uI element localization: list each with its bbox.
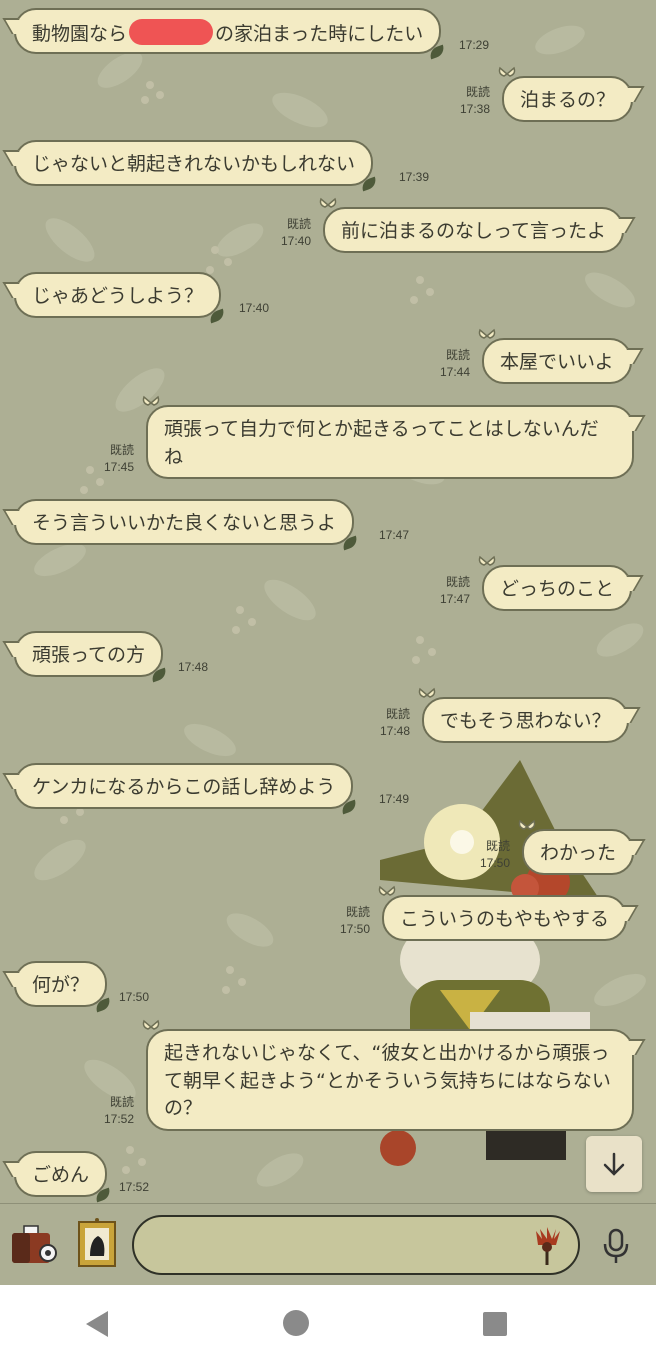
butterfly-icon — [478, 328, 496, 339]
message-outgoing[interactable]: でもそう思わない？ — [418, 687, 629, 743]
album-button[interactable] — [76, 1218, 118, 1270]
picture-frame-icon — [78, 1218, 116, 1267]
message-outgoing[interactable]: どっちのこと — [478, 555, 633, 611]
microphone-icon — [603, 1228, 629, 1263]
message-outgoing[interactable]: 頑張って自力で何とか起きるってことはしないんだね — [142, 395, 634, 479]
message-meta: 既読 17:50 — [326, 904, 370, 938]
message-time: 17:48 — [379, 723, 410, 738]
sticker-button[interactable] — [530, 1225, 564, 1267]
flower-sticker-icon — [536, 1227, 560, 1265]
nav-home-button[interactable] — [282, 1309, 310, 1337]
read-receipt: 既読 — [385, 707, 410, 721]
butterfly-icon — [142, 1019, 160, 1030]
message-time: 17:49 — [379, 792, 410, 806]
message-meta: 既読 17:45 — [90, 442, 134, 476]
message-meta: 既読 17:38 — [446, 84, 490, 118]
message-time: 17:39 — [399, 170, 430, 184]
message-time: 17:48 — [178, 660, 209, 674]
message-input[interactable] — [132, 1215, 580, 1275]
read-receipt: 既読 — [485, 839, 510, 853]
butterfly-icon — [498, 66, 516, 77]
message-time: 17:50 — [479, 855, 510, 870]
message-incoming[interactable]: じゃないと朝起きれないかもしれない — [14, 140, 379, 192]
message-time: 17:52 — [119, 1180, 150, 1194]
butterfly-icon — [142, 395, 160, 406]
message-time: 17:29 — [459, 38, 490, 52]
message-meta: 既読 17:44 — [426, 347, 470, 381]
message-outgoing[interactable]: 泊まるの？ — [498, 66, 634, 122]
message-outgoing[interactable]: わかった — [518, 819, 635, 875]
read-receipt: 既読 — [109, 443, 134, 457]
read-receipt: 既読 — [109, 1095, 134, 1109]
message-outgoing[interactable]: 本屋でいいよ — [478, 328, 632, 384]
message-incoming[interactable]: そう言うい­いかた良くないと思うよ — [14, 499, 360, 551]
butterfly-icon — [418, 687, 436, 698]
message-time: 17:44 — [439, 364, 470, 379]
camera-button[interactable] — [10, 1223, 58, 1267]
message-time: 17:52 — [103, 1111, 134, 1126]
butterfly-icon — [378, 885, 396, 896]
message-meta: 既読 17:40 — [267, 216, 311, 250]
message-incoming[interactable]: じゃあどうしよう？ — [14, 272, 227, 324]
message-time: 17:45 — [103, 459, 134, 474]
message-incoming[interactable]: ごめん — [14, 1151, 113, 1203]
butterfly-icon — [319, 197, 337, 208]
message-outgoing[interactable]: こういうのもやもやする — [378, 885, 628, 941]
message-meta: 既読 17:48 — [366, 706, 410, 740]
read-receipt: 既読 — [445, 348, 470, 362]
redacted-name — [129, 19, 214, 45]
butterfly-icon — [518, 819, 536, 830]
message-time: 17:40 — [239, 301, 270, 315]
arrow-down-icon — [603, 1152, 625, 1176]
read-receipt: 既読 — [286, 217, 311, 231]
message-time: 17:47 — [379, 528, 410, 542]
home-circle-icon — [283, 1310, 309, 1336]
system-navigation-bar — [0, 1285, 656, 1360]
message-incoming[interactable]: ケンカになるからこの話し辞めよう — [14, 763, 359, 815]
message-meta: 既読 17:50 — [466, 838, 510, 872]
chat-area[interactable]: 動物園なら の家泊まった時にしたい 17:29 既読 17:38 泊まるの？ じゃ… — [0, 0, 656, 1203]
voice-button[interactable] — [598, 1226, 634, 1266]
message-incoming[interactable]: 頑張っての方 — [14, 631, 169, 683]
butterfly-icon — [478, 555, 496, 566]
message-outgoing[interactable]: 起きれないじゃなくて、“彼女と出かけるから頑張って朝早く起きよう“とかそういう気… — [142, 1019, 634, 1131]
message-time: 17:50 — [119, 990, 150, 1004]
message-input-bar — [0, 1203, 656, 1285]
message-time: 17:47 — [439, 591, 470, 606]
message-time: 17:40 — [280, 233, 311, 248]
scroll-to-bottom-button[interactable] — [586, 1136, 642, 1192]
message-incoming[interactable]: 何が？ — [14, 961, 113, 1013]
message-outgoing[interactable]: 前に泊まるのなしって言ったよ — [319, 197, 625, 253]
camera-icon — [12, 1225, 57, 1263]
message-time: 17:50 — [339, 921, 370, 936]
nav-back-button[interactable] — [82, 1309, 112, 1339]
message-time: 17:38 — [459, 101, 490, 116]
message-meta: 既読 17:52 — [90, 1094, 134, 1128]
recents-square-icon — [483, 1312, 507, 1336]
back-triangle-icon — [86, 1311, 108, 1337]
read-receipt: 既読 — [465, 85, 490, 99]
message-meta: 既読 17:47 — [426, 574, 470, 608]
message-incoming[interactable]: 動物園なら の家泊まった時にしたい — [14, 8, 447, 60]
nav-recents-button[interactable] — [482, 1311, 508, 1337]
read-receipt: 既読 — [445, 575, 470, 589]
read-receipt: 既読 — [345, 905, 370, 919]
